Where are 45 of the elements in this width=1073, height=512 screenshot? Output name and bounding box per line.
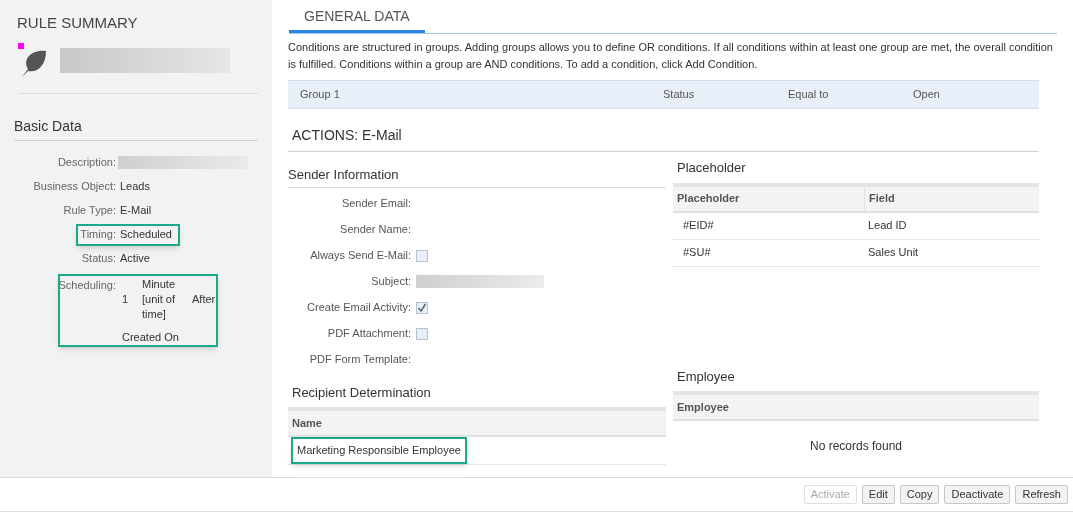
column-header: Employee (676, 399, 730, 415)
action-button[interactable]: Deactivate (944, 485, 1011, 504)
field-value: Leads (120, 179, 150, 195)
field-value: E-Mail (120, 203, 152, 219)
section-title: Basic Data (14, 115, 258, 141)
field-label: Rule Type: (62, 203, 116, 219)
table-cell-text: #EID# (682, 218, 715, 234)
section-title: Sender Information (288, 165, 666, 188)
field-label: Business Object: (32, 179, 116, 195)
field-label: PDF Form Template: (308, 352, 411, 368)
field-label: Create Email Activity: (306, 300, 411, 316)
table-cell-text: #SU# (682, 245, 712, 261)
section-title: ACTIONS: E-Mail (288, 125, 1039, 152)
condition-row: Group 1 Status Equal to Open (288, 80, 1039, 109)
checkbox[interactable] (416, 249, 428, 262)
field-label: Sender Name: (339, 222, 411, 238)
table-cell-text: Lead ID (867, 218, 908, 234)
field-label: Always Send E-Mail: (309, 248, 411, 264)
field-label: PDF Attachment: (326, 326, 411, 342)
field-label: Status: (80, 251, 116, 267)
field-label: Sender Email: (340, 196, 411, 212)
field-label: Timing: (79, 227, 116, 243)
field-label: Subject: (370, 274, 411, 290)
field-label: Scheduling: (57, 277, 116, 293)
hint-text: Conditions are structured in groups. Adding groups allows you to define OR conditions. If all conditions within at least one group are met, the overall condition is fulfilled. Conditions within a group are AND conditions. To add a condition, click Add Condition. (288, 40, 1054, 72)
empty-message: No records found (809, 438, 903, 455)
column-header: Placeholder (676, 191, 741, 207)
checkbox[interactable] (416, 301, 428, 314)
field-value: Scheduled (120, 227, 172, 243)
action-button[interactable]: Copy (899, 485, 940, 504)
column-header: Field (864, 186, 1039, 211)
schedule-value: After (191, 291, 217, 307)
tab[interactable]: GENERAL DATA (289, 6, 425, 33)
field-label: Description: (56, 155, 116, 171)
table-cell-text: Sales Unit (867, 245, 920, 261)
schedule-value: Minute [unit of time] (142, 276, 177, 322)
panel-title: RULE SUMMARY (16, 13, 139, 33)
column-header: Name (291, 415, 323, 431)
action-button[interactable]: Edit (861, 485, 895, 504)
action-button[interactable]: Refresh (1015, 485, 1068, 504)
checkbox[interactable] (416, 327, 428, 340)
schedule-value: 1 (121, 291, 130, 307)
table-cell: Marketing Responsible Employee (291, 437, 467, 464)
field-value: Active (120, 251, 150, 267)
schedule-value: Created On (121, 329, 180, 345)
